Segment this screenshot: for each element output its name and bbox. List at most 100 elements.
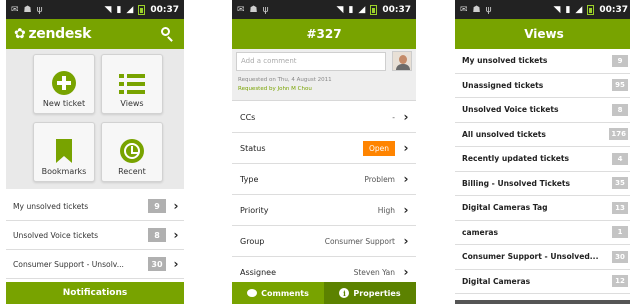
list-item-label: Unsolved Voice tickets [13,230,99,240]
property-label: Type [240,174,259,184]
count-badge: 8 [612,103,628,116]
mail-icon: ✉ [460,4,468,15]
tile-label: Views [120,99,144,108]
view-item[interactable]: Billing - Unsolved Tickets 35 [455,172,630,196]
property-label: Priority [240,205,269,215]
requested-on-text: Requested on Thu, 4 August 2011 [238,77,332,83]
view-label: Digital Cameras [462,276,531,286]
vibrate-icon: ▮ [565,4,571,15]
comment-bubble-icon [247,289,258,297]
chevron-right-icon: › [403,203,409,217]
count-badge: 8 [148,228,166,242]
list-item[interactable]: Consumer Support - Unsolv... 30 › [6,250,184,279]
clock-time: 00:37 [599,4,628,15]
cut-off-row [455,300,630,304]
info-icon: i [339,288,350,298]
views-title: Views [455,19,630,49]
tile-label: Bookmarks [41,167,87,176]
home-screen: ✉ ☗ ψ ◥ ▮ ◢ 00:37 ✿ zendesk New ticket View… [6,0,184,304]
usb-icon: ψ [262,4,269,15]
usb-icon: ψ [485,4,492,15]
ticket-properties: CCs - › Status Open › Type Problem › Pri… [232,102,416,288]
property-row-group[interactable]: Group Consumer Support › [232,226,416,257]
view-item[interactable]: cameras 1 [455,221,630,245]
count-badge: 9 [148,199,166,213]
property-row-type[interactable]: Type Problem › [232,164,416,195]
property-value: High [377,205,395,215]
notifications-button[interactable]: Notifications [6,282,184,304]
wifi-icon: ◥ [553,4,561,15]
chevron-right-icon: › [403,265,409,279]
ticket-tabs: Comments i Properties [232,282,416,304]
zendesk-logo: ✿ zendesk [14,26,91,42]
property-value: Consumer Support [324,236,395,246]
view-item[interactable]: Unsolved Voice tickets 8 [455,98,630,123]
bookmark-icon [56,139,72,163]
battery-icon [370,4,378,15]
ticket-screen: ✉ ☗ ψ ◥ ▮ ◢ 00:37 #327 Add a comment Reque… [232,0,416,304]
view-item[interactable]: Recently updated tickets 4 [455,147,630,172]
tab-label: Properties [353,288,401,298]
chevron-right-icon: › [173,257,179,271]
count-badge: 30 [148,257,166,271]
view-item[interactable]: All unsolved tickets 176 [455,123,630,147]
view-label: All unsolved tickets [462,129,546,139]
avatar [392,51,412,71]
zendesk-logo-icon: ✿ [14,26,26,42]
view-label: Billing - Unsolved Tickets [462,178,571,188]
recent-button[interactable]: Recent [101,122,163,182]
list-item-label: My unsolved tickets [13,201,89,211]
status-bar: ✉ ☗ ψ ◥ ▮ ◢ 00:37 [455,0,630,19]
view-item[interactable]: Consumer Support - Unsolved... 30 [455,245,630,270]
property-row-priority[interactable]: Priority High › [232,195,416,226]
views-screen: ✉ ☗ ψ ◥ ▮ ◢ 00:37 Views My unsolved ticket… [455,0,630,304]
count-badge: 4 [612,152,628,165]
new-ticket-button[interactable]: New ticket [33,54,95,114]
requested-by-link[interactable]: Requested by John M Chou [238,86,312,92]
search-icon[interactable] [158,25,176,43]
vibrate-icon: ▮ [348,4,354,15]
view-label: Consumer Support - Unsolved... [462,252,599,262]
chevron-right-icon: › [403,141,409,155]
tab-properties[interactable]: i Properties [324,282,416,304]
views-list: My unsolved tickets 9 Unassigned tickets 9… [455,49,630,294]
property-row-ccs[interactable]: CCs - › [232,102,416,133]
view-item[interactable]: Digital Cameras Tag 13 [455,196,630,221]
view-label: My unsolved tickets [462,56,548,66]
views-button[interactable]: Views [101,54,163,114]
dashboard-grid: New ticket Views Bookmarks Recent [6,49,184,189]
battery-icon [587,4,595,15]
bookmarks-button[interactable]: Bookmarks [33,122,95,182]
signal-icon: ◢ [575,4,583,15]
clock-time: 00:37 [150,4,179,15]
action-bar: ✿ zendesk [6,19,184,49]
mail-icon: ✉ [11,4,19,15]
view-item[interactable]: My unsolved tickets 9 [455,49,630,74]
wifi-icon: ◥ [104,4,112,15]
view-item[interactable]: Unassigned tickets 95 [455,74,630,98]
usb-icon: ψ [36,4,43,15]
view-label: Unassigned tickets [462,80,544,90]
signal-icon: ◢ [126,4,134,15]
property-value: Problem [364,174,395,184]
tab-label: Comments [261,288,309,298]
list-item[interactable]: Unsolved Voice tickets 8 › [6,221,184,250]
view-label: Unsolved Voice tickets [462,105,559,115]
vibrate-icon: ▮ [116,4,122,15]
clock-icon [120,139,144,163]
property-row-status[interactable]: Status Open › [232,133,416,164]
chevron-right-icon: › [173,228,179,242]
status-bar: ✉ ☗ ψ ◥ ▮ ◢ 00:37 [232,0,416,19]
property-label: Group [240,236,265,246]
view-item[interactable]: Digital Cameras 12 [455,270,630,294]
tab-comments[interactable]: Comments [232,282,324,304]
plus-icon [52,71,76,95]
count-badge: 30 [612,250,628,263]
comment-input[interactable]: Add a comment [236,52,386,71]
list-item[interactable]: My unsolved tickets 9 › [6,192,184,221]
view-label: Recently updated tickets [462,154,570,164]
status-bar: ✉ ☗ ψ ◥ ▮ ◢ 00:37 [6,0,184,19]
count-badge: 35 [612,177,628,190]
tile-label: Recent [118,167,146,176]
logo-text: zendesk [28,26,92,42]
